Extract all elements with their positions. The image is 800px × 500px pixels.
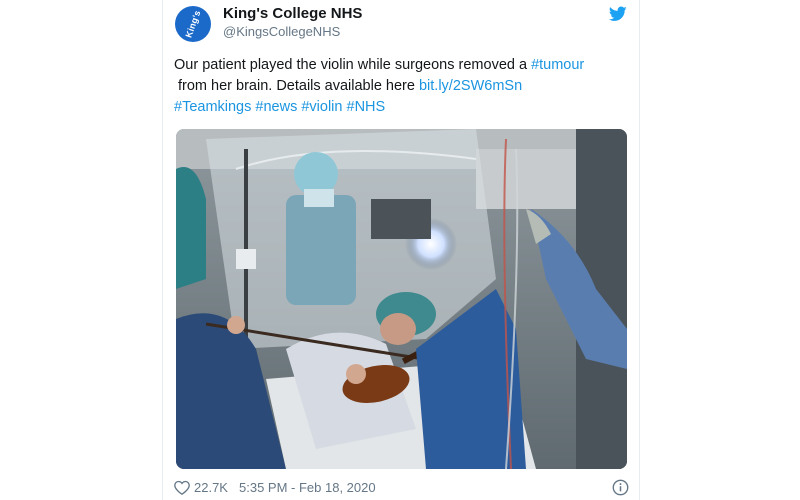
like-count[interactable]: 22.7K xyxy=(194,480,228,495)
tweet-line-2: from her brain. Details available here b… xyxy=(174,76,634,97)
tweet-timestamp[interactable]: 5:35 PM - Feb 18, 2020 xyxy=(239,480,376,495)
hashtag-violin[interactable]: #violin xyxy=(301,99,342,115)
tweet-text: Our patient played the violin while surg… xyxy=(174,55,634,118)
details-link[interactable]: bit.ly/2SW6mSn xyxy=(419,78,522,94)
tweet-line-3: #Teamkings #news #violin #NHS xyxy=(174,97,634,118)
tweet-card: King's King's College NHS @KingsCollegeN… xyxy=(162,0,640,500)
avatar[interactable]: King's xyxy=(175,6,211,42)
tweet-line-1: Our patient played the violin while surg… xyxy=(174,55,634,76)
author-handle[interactable]: @KingsCollegeNHS xyxy=(223,24,340,39)
hashtag-tumour[interactable]: #tumour xyxy=(531,57,584,73)
avatar-logo-text: King's xyxy=(183,8,203,40)
tweet-footer: 22.7K 5:35 PM - Feb 18, 2020 xyxy=(174,479,634,497)
twitter-bird-icon[interactable] xyxy=(609,6,627,22)
tweet-photo[interactable] xyxy=(176,129,627,469)
hashtag-nhs[interactable]: #NHS xyxy=(347,99,386,115)
author-display-name[interactable]: King's College NHS xyxy=(223,5,362,22)
heart-icon[interactable] xyxy=(174,480,190,495)
tweet-text-part: Our patient played the violin while surg… xyxy=(174,57,532,73)
hashtag-news[interactable]: #news xyxy=(255,99,297,115)
info-icon[interactable] xyxy=(612,479,629,496)
surgery-photo-illustration xyxy=(176,129,627,469)
tweet-text-part: from her brain. Details available here xyxy=(178,78,419,94)
hashtag-teamkings[interactable]: #Teamkings xyxy=(174,99,251,115)
